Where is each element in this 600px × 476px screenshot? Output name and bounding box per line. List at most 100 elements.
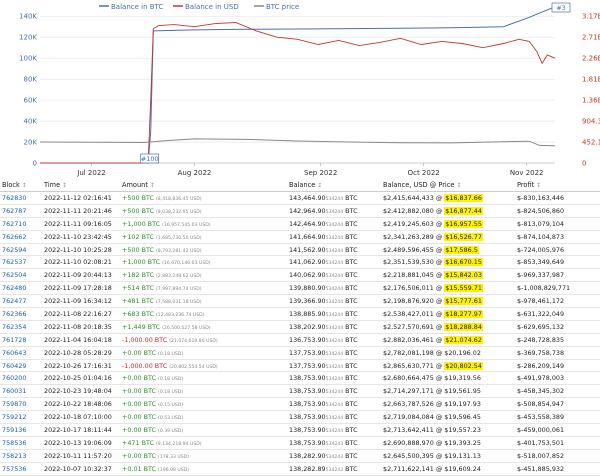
y-left-tick: 120K bbox=[19, 34, 37, 42]
balance-cell: 138,753.90534244 BTC bbox=[287, 397, 381, 412]
x-tick-label: Sep 2022 bbox=[304, 169, 337, 177]
balance-sats: 534244 bbox=[325, 300, 344, 306]
time-cell: 2022-11-11 09:16:05 bbox=[42, 217, 120, 231]
balance-cell: 137,753.90534244 BTC bbox=[287, 359, 381, 373]
block-link[interactable]: 762477 bbox=[0, 294, 42, 309]
block-link[interactable]: 758536 bbox=[0, 436, 42, 450]
balance-usd-cell: $2,782,081,198 @ $20,196.02 bbox=[381, 346, 515, 360]
col-balance-usd[interactable]: Balance, USD @ Price bbox=[381, 178, 515, 192]
amount-btc: +182 BTC bbox=[122, 271, 154, 280]
balance-btc: 138,753.90 bbox=[289, 387, 326, 396]
block-link[interactable]: 760200 bbox=[0, 371, 42, 386]
x-axis: Jul 2022 Aug 2022 Sep 2022 Oct 2022 Nov 2022 bbox=[40, 162, 555, 177]
block-link[interactable]: 760643 bbox=[0, 346, 42, 360]
legend-label-price: BTC price bbox=[266, 3, 299, 11]
block-link[interactable]: 762830 bbox=[0, 191, 42, 205]
col-block[interactable]: Block bbox=[0, 178, 42, 192]
profit-cell: $-969,337,987 bbox=[515, 268, 600, 283]
profit-cell: $-978,461,172 bbox=[515, 294, 600, 309]
y-right-tick: 0 bbox=[582, 160, 586, 168]
y-right-tick: 904.3 bbox=[582, 118, 600, 126]
amount-usd: (0.39 USD) bbox=[158, 428, 184, 434]
amount-btc: -1,000.00 BTC bbox=[122, 361, 168, 370]
profit-cell: $-874,104,873 bbox=[515, 230, 600, 244]
table-row: 762366 2022-11-08 22:16:27 +683 BTC (12,48… bbox=[0, 307, 600, 321]
amount-cell: +1,000 BTC (16,670,146.03 USD) bbox=[120, 255, 287, 270]
balance-usd-cell: $2,218,881,045 @ $15,842.03 bbox=[381, 268, 515, 283]
balance-usd: $2,538,427,011 @ bbox=[383, 309, 443, 318]
block-link[interactable]: 757536 bbox=[0, 462, 42, 476]
table-row: 762354 2022-11-08 20:18:35 +1,449 BTC (26,… bbox=[0, 320, 600, 334]
balance-usd-cell: $2,341,263,289 @ $16,526.77 bbox=[381, 230, 515, 244]
block-link[interactable]: 758213 bbox=[0, 449, 42, 463]
balance-usd: $2,680,664,475 @ bbox=[383, 374, 443, 383]
block-link[interactable]: 762710 bbox=[0, 217, 42, 231]
profit-cell: $-813,079,104 bbox=[515, 217, 600, 231]
y-left-tick: 80K bbox=[24, 76, 38, 84]
block-link[interactable]: 759212 bbox=[0, 410, 42, 425]
amount-btc: +1,000 BTC bbox=[122, 258, 161, 267]
amount-btc: +0.01 BTC bbox=[122, 464, 156, 473]
amount-usd: (1,685,730.50 USD) bbox=[156, 235, 202, 241]
x-tick-label: Aug 2022 bbox=[178, 169, 212, 177]
balance-btc: 138,753.90 bbox=[289, 438, 326, 447]
profit-cell: $-369,758,738 bbox=[515, 346, 600, 360]
time-cell: 2022-10-13 19:06:09 bbox=[42, 436, 120, 450]
time-cell: 2022-10-25 01:04:16 bbox=[42, 371, 120, 386]
price-value: $19,131.13 bbox=[444, 451, 481, 460]
block-link[interactable]: 762504 bbox=[0, 268, 42, 283]
amount-btc: +0.00 BTC bbox=[122, 413, 156, 422]
price-value: $19,197.93 bbox=[444, 400, 481, 409]
balance-btc: 141,062.90 bbox=[289, 258, 326, 267]
amount-btc: +514 BTC bbox=[122, 284, 154, 293]
y-right-tick: 1.36B bbox=[582, 97, 600, 105]
balance-btc: 138,753.90 bbox=[289, 425, 326, 434]
balance-btc: 137,753.90 bbox=[289, 348, 326, 357]
table-row: 762594 2022-11-10 10:25:28 +500 BTC (8,793… bbox=[0, 243, 600, 257]
col-profit[interactable]: Profit bbox=[515, 178, 600, 192]
block-link[interactable]: 762354 bbox=[0, 320, 42, 334]
price-value: $16,877.44 bbox=[444, 206, 483, 215]
block-link[interactable]: 762480 bbox=[0, 281, 42, 296]
balance-usd: $2,782,081,198 @ bbox=[383, 348, 443, 357]
col-balance[interactable]: Balance bbox=[287, 178, 381, 192]
block-link[interactable]: 762537 bbox=[0, 255, 42, 270]
balance-usd-cell: $2,711,622,141 @ $19,609.24 bbox=[381, 462, 515, 476]
balance-sats: 534244 bbox=[325, 325, 344, 331]
y-left-tick: 60K bbox=[24, 97, 38, 105]
col-time[interactable]: Time bbox=[42, 178, 120, 192]
block-link[interactable]: 762366 bbox=[0, 307, 42, 321]
block-link[interactable]: 762594 bbox=[0, 243, 42, 257]
balance-usd: $2,663,787,526 @ bbox=[383, 400, 443, 409]
table-row: 760643 2022-10-28 05:28:29 +0.00 BTC (0.18… bbox=[0, 346, 600, 360]
block-link[interactable]: 762662 bbox=[0, 230, 42, 244]
block-link[interactable]: 761728 bbox=[0, 333, 42, 347]
profit-cell: $-1,008,829,771 bbox=[515, 281, 600, 296]
col-amount[interactable]: Amount bbox=[120, 178, 287, 192]
table-row: 762710 2022-11-11 09:16:05 +1,000 BTC (16,… bbox=[0, 217, 600, 231]
series-btc-line bbox=[40, 6, 556, 164]
block-link[interactable]: 760429 bbox=[0, 359, 42, 373]
profit-cell: $-824,506,860 bbox=[515, 204, 600, 218]
price-value: $19,557.23 bbox=[444, 425, 481, 434]
block-link[interactable]: 759136 bbox=[0, 423, 42, 437]
balance-cell: 137,753.90534244 BTC bbox=[287, 346, 381, 360]
amount-usd: (8,793,281.42 USD) bbox=[156, 248, 202, 254]
time-cell: 2022-11-09 16:34:12 bbox=[42, 294, 120, 309]
profit-cell: $-518,007,852 bbox=[515, 449, 600, 463]
balance-sats: 534244 bbox=[325, 351, 344, 357]
profit-cell: $-631,322,049 bbox=[515, 307, 600, 321]
block-link[interactable]: 759870 bbox=[0, 397, 42, 412]
profit-cell: $-401,753,501 bbox=[515, 436, 600, 450]
block-link[interactable]: 762787 bbox=[0, 204, 42, 218]
amount-btc: +500 BTC bbox=[122, 193, 154, 202]
amount-cell: +0.00 BTC (0.39 USD) bbox=[120, 423, 287, 437]
amount-cell: +500 BTC (8,418,836.45 USD) bbox=[120, 191, 287, 205]
amount-btc: +0.00 BTC bbox=[122, 425, 156, 434]
block-link[interactable]: 760031 bbox=[0, 384, 42, 399]
balance-sats: 534244 bbox=[325, 261, 344, 267]
table-row: 762504 2022-11-09 20:44:13 +182 BTC (2,883… bbox=[0, 268, 600, 283]
balance-btc: 137,753.90 bbox=[289, 361, 326, 370]
time-cell: 2022-11-12 02:16:41 bbox=[42, 191, 120, 205]
amount-cell: +0.01 BTC (196.08 USD) bbox=[120, 462, 287, 476]
